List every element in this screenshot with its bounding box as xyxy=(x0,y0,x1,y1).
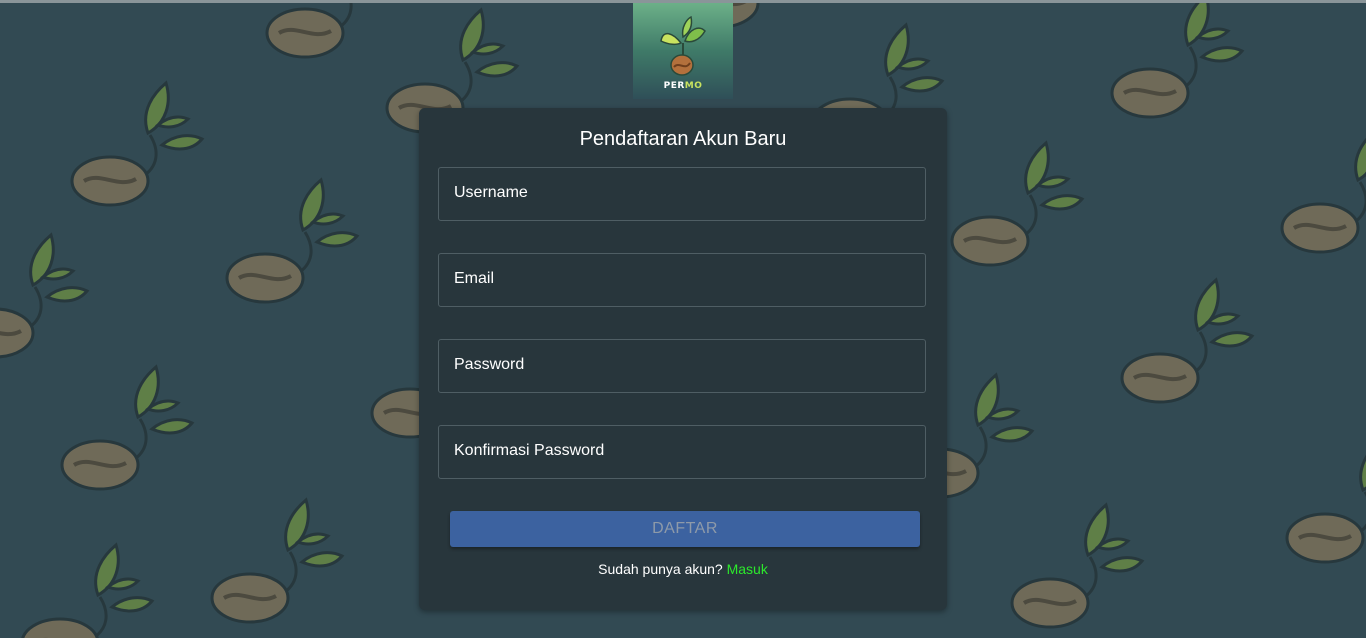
signin-link[interactable]: Masuk xyxy=(727,561,768,577)
email-field[interactable]: Email xyxy=(438,253,926,307)
registration-card: Pendaftaran Akun Baru Username Email Pas… xyxy=(419,108,947,610)
brand-name: PERMO xyxy=(633,81,733,91)
signin-prompt-line: Sudah punya akun? Masuk xyxy=(419,561,947,577)
page-title: Pendaftaran Akun Baru xyxy=(579,128,787,150)
password-field[interactable]: Password xyxy=(438,339,926,393)
username-field[interactable]: Username xyxy=(438,167,926,221)
confirm-password-field[interactable]: Konfirmasi Password xyxy=(438,425,926,479)
register-button[interactable]: DAFTAR xyxy=(450,511,920,547)
confirm-password-placeholder: Konfirmasi Password xyxy=(454,442,605,459)
sprouting-bean-logo-icon xyxy=(660,15,706,76)
app-logo: PERMO xyxy=(633,3,733,99)
brand-name-part2: MO xyxy=(684,81,703,91)
username-placeholder: Username xyxy=(454,184,528,201)
password-placeholder: Password xyxy=(454,356,525,373)
email-placeholder: Email xyxy=(454,270,495,287)
signin-prompt-text: Sudah punya akun? xyxy=(598,561,723,577)
brand-name-part1: PER xyxy=(663,81,685,91)
